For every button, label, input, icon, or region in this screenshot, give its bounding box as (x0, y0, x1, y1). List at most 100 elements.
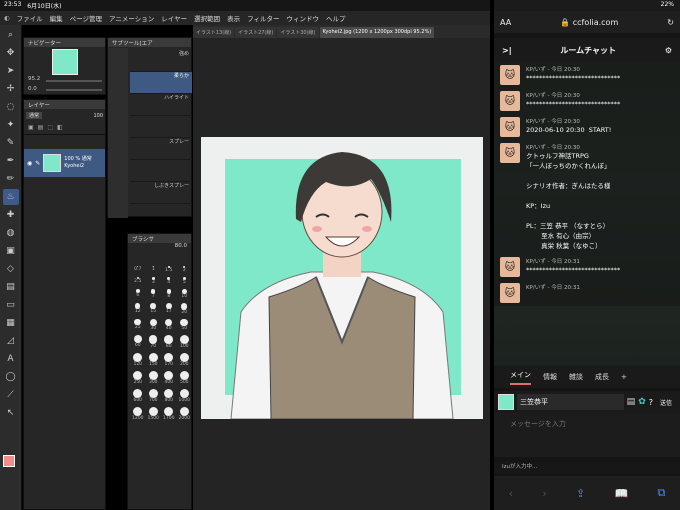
gradient-icon[interactable]: ▤ (3, 279, 19, 295)
collapse-icon[interactable]: >| (502, 46, 512, 55)
url-text[interactable]: ccfolia.com (573, 18, 618, 27)
text-icon[interactable]: A (3, 351, 19, 367)
tab-illust27[interactable]: イラスト27(線) (235, 27, 277, 38)
brush-size-option[interactable]: 800 (161, 389, 177, 403)
navigator-zoom[interactable]: 95.2 (28, 76, 40, 82)
brush-size-option[interactable]: 1200 (130, 407, 146, 421)
eyedropper-icon[interactable]: ✎ (3, 135, 19, 151)
blend-icon[interactable]: ◍ (3, 225, 19, 241)
avatar[interactable]: 🐱 (500, 117, 520, 137)
avatar[interactable]: 🐱 (500, 143, 520, 163)
brush-size-option[interactable]: 7 (146, 289, 162, 299)
app-icon[interactable]: ◐ (4, 14, 10, 22)
brush-spray[interactable]: スプレー (130, 138, 192, 160)
zoom-icon[interactable]: ⌕ (3, 27, 19, 43)
share-icon[interactable]: ⇪ (576, 487, 585, 500)
avatar[interactable]: 🐱 (500, 257, 520, 277)
layer-row-kyohei2[interactable]: ◉ ✎ 100 % 通常 Kyohei2 (24, 149, 105, 177)
help-icon[interactable]: ? (649, 398, 653, 407)
brush-size-option[interactable]: 15 (146, 303, 162, 314)
line-correct-icon[interactable]: ⟋ (3, 387, 19, 403)
brush-size-option[interactable]: 8 (161, 289, 177, 299)
back-icon[interactable]: ‹ (509, 487, 513, 500)
menu-selection[interactable]: 選択範囲 (194, 13, 220, 23)
menu-animation[interactable]: アニメーション (109, 13, 154, 23)
tab-info[interactable]: 情報 (543, 372, 557, 382)
menu-edit[interactable]: 編集 (50, 13, 63, 23)
brush-size-option[interactable]: 1.5 (161, 266, 177, 273)
tab-growth[interactable]: 成長 (595, 372, 609, 382)
brush-size-option[interactable]: 0.7 (130, 266, 146, 273)
lock-icon[interactable]: ▣ (28, 124, 34, 132)
brush-size-option[interactable]: 300 (146, 371, 162, 385)
add-tab-button[interactable]: + (621, 373, 627, 381)
zoom-slider[interactable] (46, 80, 102, 82)
brush-size-option[interactable]: 200 (177, 353, 193, 367)
pointer-icon[interactable]: ↖ (3, 405, 19, 421)
menu-layer[interactable]: レイヤー (161, 13, 187, 23)
main-color-swatch[interactable] (3, 455, 15, 467)
brush-item[interactable] (130, 116, 192, 138)
draft-icon[interactable]: ◧ (57, 124, 63, 132)
brush-item[interactable] (130, 160, 192, 182)
brush-size-option[interactable]: 600 (130, 389, 146, 403)
tab-illust13[interactable]: イラスト13(線) (193, 27, 235, 38)
brush-size-option[interactable]: 70 (146, 335, 162, 349)
brush-size-option[interactable]: 170 (161, 353, 177, 367)
brush-size-option[interactable]: 50 (177, 318, 193, 331)
brush-size-option[interactable]: 2.5 (130, 277, 146, 285)
ref-icon[interactable]: ⬚ (47, 124, 53, 132)
menu-filter[interactable]: フィルター (247, 13, 279, 23)
eye-icon[interactable]: ◉ (27, 160, 32, 167)
brush-size-option[interactable]: 1 (146, 266, 162, 273)
brush-size-option[interactable]: 80 (161, 335, 177, 349)
layer-opacity[interactable]: 100 (93, 113, 103, 119)
send-button[interactable]: 送信 (656, 398, 676, 407)
forward-icon[interactable]: › (542, 487, 546, 500)
navigator-thumbnail[interactable] (52, 49, 78, 75)
balloon-icon[interactable]: ◯ (3, 369, 19, 385)
brush-size-option[interactable]: 500 (177, 371, 193, 385)
brush-size-option[interactable]: 30 (146, 318, 162, 332)
brush-size-option[interactable]: 25 (130, 318, 146, 332)
tab-chat[interactable]: 雑談 (569, 372, 583, 382)
pen-icon[interactable]: ✒ (3, 153, 19, 169)
brush-size-option[interactable]: 4 (161, 277, 177, 285)
brush-strong[interactable]: 強め (130, 50, 192, 72)
tab-illust30[interactable]: イラスト30(線) (277, 27, 319, 38)
magic-wand-icon[interactable]: ✦ (3, 117, 19, 133)
bookmarks-icon[interactable]: 📖 (615, 487, 629, 500)
rotate-slider[interactable] (46, 89, 102, 91)
airbrush-icon[interactable]: ♨ (2, 189, 19, 205)
brush-size-option[interactable]: 2000 (177, 407, 193, 421)
dice-sheet-icon[interactable]: ▤ (627, 397, 636, 407)
menu-view[interactable]: 表示 (227, 13, 240, 23)
brush-size-option[interactable]: 400 (161, 371, 177, 385)
fill-icon[interactable]: ▣ (3, 243, 19, 259)
brush-size-option[interactable]: 10 (177, 289, 193, 299)
url-bar[interactable]: AA 🔒 ccfolia.com ↻ (494, 11, 680, 33)
ruler-icon[interactable]: ◿ (3, 333, 19, 349)
brush-size-option[interactable]: 17 (161, 303, 177, 314)
brush-size-option[interactable]: 60 (130, 335, 146, 349)
lasso-icon[interactable]: ◌ (3, 99, 19, 115)
clip-icon[interactable]: ▤ (38, 124, 44, 132)
brush-splash-spray[interactable]: しぶきスプレー (130, 182, 192, 204)
character-name[interactable]: 三笠恭平 (517, 394, 624, 410)
brush-size-option[interactable]: 1000 (177, 389, 193, 403)
tab-kyohei2[interactable]: Kyohei2.jpg (1200 x 1200px 300dpi 95.2%) (319, 27, 435, 38)
blend-mode-select[interactable]: 通常 (26, 112, 43, 119)
brush-size-option[interactable]: 3 (146, 277, 162, 285)
tabs-icon[interactable]: ⧉ (658, 486, 666, 500)
avatar[interactable]: 🐱 (500, 65, 520, 85)
move-layer-icon[interactable]: ✢ (3, 81, 19, 97)
palette-icon[interactable]: ✿ (638, 397, 646, 407)
move-icon[interactable]: ✥ (3, 45, 19, 61)
brush-size-option[interactable]: 700 (146, 389, 162, 403)
brush-size-option[interactable]: 120 (130, 353, 146, 367)
figure-icon[interactable]: ▭ (3, 297, 19, 313)
brush-size-option[interactable]: 20 (177, 303, 193, 315)
brush-size-option[interactable]: 6 (130, 289, 146, 299)
tab-main[interactable]: メイン (510, 370, 531, 385)
gear-icon[interactable]: ⚙ (665, 46, 672, 55)
